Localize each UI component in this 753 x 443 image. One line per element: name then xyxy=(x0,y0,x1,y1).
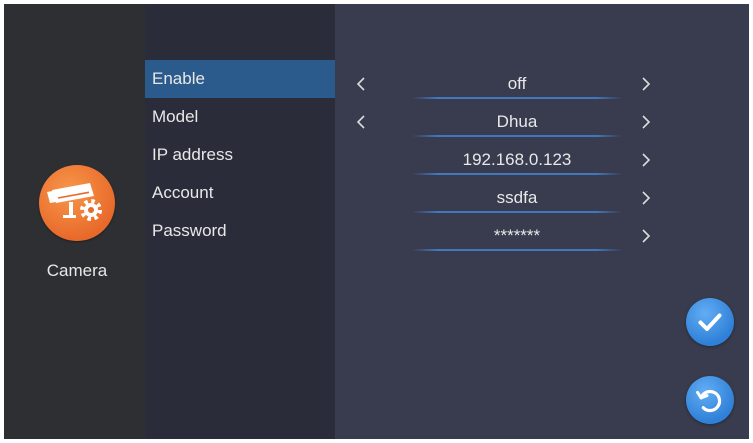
cctv-camera-gear-icon xyxy=(39,165,115,241)
refresh-icon xyxy=(696,389,722,413)
menu-item-enable[interactable]: Enable xyxy=(145,60,335,98)
confirm-button[interactable] xyxy=(686,298,734,346)
field-underline xyxy=(412,97,622,99)
reset-button[interactable] xyxy=(686,376,734,424)
setting-row-ip-address: 192.168.0.123 xyxy=(335,141,749,179)
category-label: Camera xyxy=(46,261,108,280)
menu-item-model[interactable]: Model xyxy=(145,98,335,136)
menu-item-label: Model xyxy=(152,107,199,126)
field-underline xyxy=(412,173,622,175)
ip-address-value-field[interactable]: 192.168.0.123 xyxy=(412,141,622,173)
settings-values-panel: off Dhua 192.168.0.123 ssdfa ******* xyxy=(335,4,749,439)
setting-row-enable: off xyxy=(335,65,749,103)
menu-item-label: IP address xyxy=(152,145,233,164)
category-sidebar: Camera xyxy=(4,4,145,439)
model-value-field[interactable]: Dhua xyxy=(412,103,622,135)
chevron-right-icon[interactable] xyxy=(640,77,652,91)
chevron-right-icon[interactable] xyxy=(640,153,652,167)
setting-row-password: ******* xyxy=(335,217,749,255)
chevron-left-icon[interactable] xyxy=(355,77,367,91)
menu-item-label: Password xyxy=(152,221,227,240)
field-underline xyxy=(412,135,622,137)
settings-menu: Enable Model IP address Account Password xyxy=(145,4,335,439)
field-underline xyxy=(412,249,622,251)
account-value-field[interactable]: ssdfa xyxy=(412,179,622,211)
enable-value-field[interactable]: off xyxy=(412,65,622,97)
field-underline xyxy=(412,211,622,213)
menu-item-password[interactable]: Password xyxy=(145,212,335,250)
camera-settings-screen: Camera Enable Model IP address Account P… xyxy=(4,4,749,439)
chevron-left-icon[interactable] xyxy=(355,115,367,129)
menu-item-ip-address[interactable]: IP address xyxy=(145,136,335,174)
menu-item-label: Enable xyxy=(152,69,205,88)
setting-row-model: Dhua xyxy=(335,103,749,141)
chevron-right-icon[interactable] xyxy=(640,229,652,243)
check-icon xyxy=(698,313,722,331)
chevron-right-icon[interactable] xyxy=(640,191,652,205)
menu-item-label: Account xyxy=(152,183,214,202)
menu-item-account[interactable]: Account xyxy=(145,174,335,212)
chevron-right-icon[interactable] xyxy=(640,115,652,129)
password-value-field[interactable]: ******* xyxy=(412,217,622,249)
setting-row-account: ssdfa xyxy=(335,179,749,217)
